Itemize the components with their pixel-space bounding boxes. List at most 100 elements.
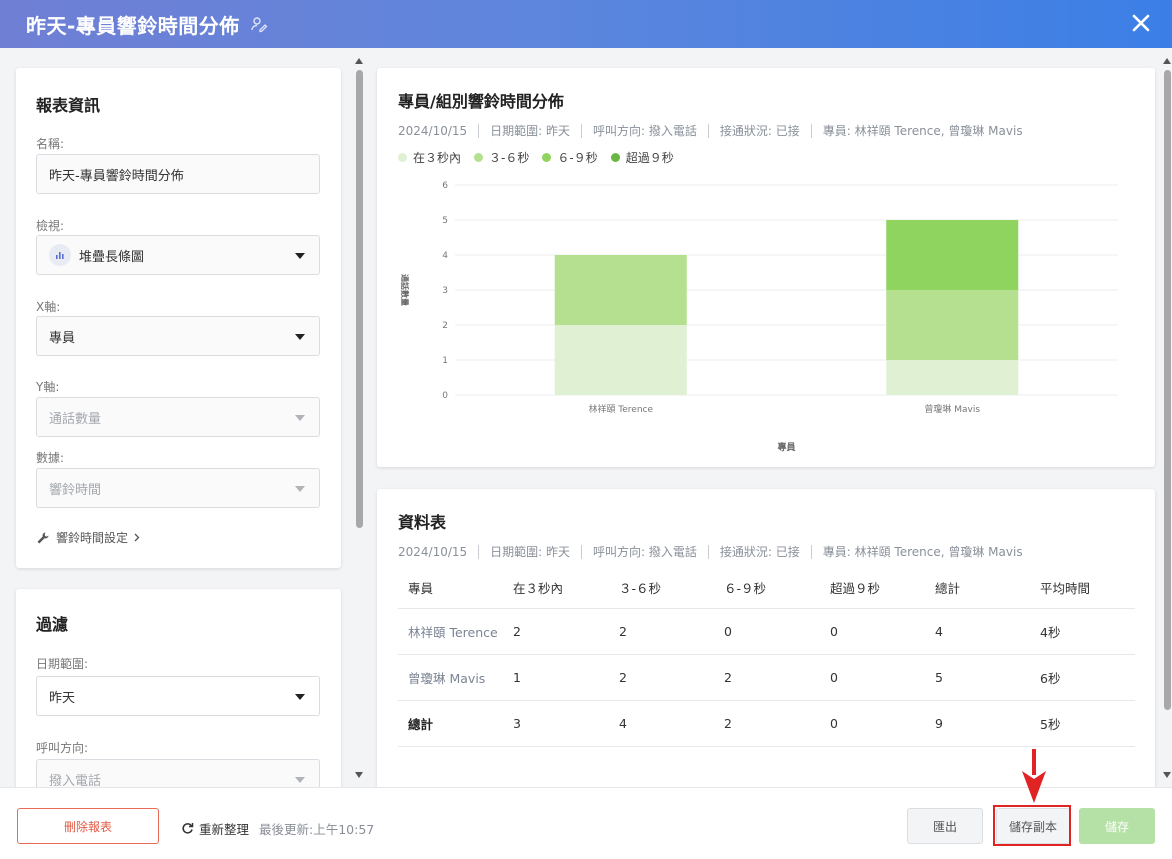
highlight-box xyxy=(993,805,1071,846)
last-update-text: 最後更新:上午10:57 xyxy=(259,822,375,837)
meta-agents: 專員: 林祥頤 Terence, 曾瓊琳 Mavis xyxy=(822,545,1023,559)
chevron-down-icon xyxy=(295,694,305,700)
dialog-title: 昨天-專員響鈴時間分佈 xyxy=(26,13,240,38)
table-cell: 2 xyxy=(714,653,820,700)
data-label: 數據: xyxy=(36,451,65,465)
table-header-row: 專員 在３秒內 ３-６秒 ６-９秒 超過９秒 總計 平均時間 xyxy=(398,568,1135,608)
ring-time-settings-link[interactable]: 響鈴時間設定 xyxy=(36,529,146,546)
red-arrow-annotation xyxy=(1022,749,1046,803)
agent-cell[interactable]: 曾瓊琳 Mavis xyxy=(398,653,503,700)
right-scroll-thumb[interactable] xyxy=(1164,70,1171,710)
meta-date-range: 日期範圍: 昨天 xyxy=(490,545,571,559)
bar-segment[interactable] xyxy=(554,325,687,395)
bar-segment[interactable] xyxy=(554,255,687,325)
filter-title: 過濾 xyxy=(36,615,69,634)
table-cell: 5 xyxy=(925,653,1030,700)
col-avg: 平均時間 xyxy=(1040,581,1091,597)
stacked-bar-chart: 0 1 2 3 4 5 6 林祥頤 Terence 曾瓊琳 Mavis 專員 通話數量 xyxy=(400,181,1118,453)
y-tick-label: 3 xyxy=(442,286,448,296)
table-cell: 6秒 xyxy=(1030,653,1135,700)
chevron-down-icon xyxy=(295,253,305,259)
table-cell: 2 xyxy=(609,653,714,700)
col-agent: 專員 xyxy=(408,581,434,597)
table-row: 林祥頤 Terence 2 2 0 0 4 4秒 xyxy=(398,607,1135,654)
call-direction-value: 撥入電話 xyxy=(49,773,102,788)
edit-title-icon[interactable] xyxy=(250,15,268,33)
y-tick-label: 2 xyxy=(442,321,448,331)
x-tick-label: 林祥頤 Terence xyxy=(588,403,653,415)
x-axis-title: 專員 xyxy=(777,441,795,453)
table-cell: 2 xyxy=(714,699,820,747)
scroll-up-icon[interactable] xyxy=(1162,56,1172,66)
scroll-down-icon[interactable] xyxy=(354,770,364,780)
left-scrollbar[interactable] xyxy=(354,56,364,780)
table-meta: 2024/10/15 日期範圍: 昨天 呼叫方向: 撥入電話 接通狀況: 已接 … xyxy=(398,543,1134,560)
save-button[interactable]: 儲存 xyxy=(1079,808,1155,844)
chevron-down-icon xyxy=(295,415,305,421)
wrench-icon xyxy=(37,532,49,543)
bar-segment[interactable] xyxy=(886,290,1019,360)
view-label: 檢視: xyxy=(36,219,65,233)
chevron-down-icon xyxy=(295,777,305,783)
date-range-select[interactable]: 昨天 xyxy=(36,676,320,716)
y-axis-select: 通話數量 xyxy=(36,397,320,437)
meta-direction: 呼叫方向: 撥入電話 xyxy=(593,545,697,559)
bar-chart-icon xyxy=(49,244,71,266)
delete-report-button[interactable]: 刪除報表 xyxy=(17,808,159,844)
name-value: 昨天-專員響鈴時間分佈 xyxy=(49,168,184,184)
view-select[interactable]: 堆疊長條圖 xyxy=(36,235,320,275)
chevron-down-icon xyxy=(295,486,305,492)
col-under3: 在３秒內 xyxy=(513,581,564,597)
call-direction-label: 呼叫方向: xyxy=(36,741,89,755)
col-total: 總計 xyxy=(935,581,961,597)
y-tick-label: 6 xyxy=(442,181,448,191)
report-info-title: 報表資訊 xyxy=(36,96,101,115)
scroll-down-icon[interactable] xyxy=(1162,770,1172,780)
table-cell: 4 xyxy=(925,607,1030,654)
table-title: 資料表 xyxy=(398,513,447,532)
left-scroll-thumb[interactable] xyxy=(356,70,363,528)
meta-status: 接通狀況: 已接 xyxy=(719,545,800,559)
export-button[interactable]: 匯出 xyxy=(907,808,983,844)
name-field[interactable]: 昨天-專員響鈴時間分佈 xyxy=(36,154,320,194)
ring-time-settings-label: 響鈴時間設定 xyxy=(56,531,129,545)
agent-cell[interactable]: 林祥頤 Terence xyxy=(398,607,503,654)
col-6to9: ６-９秒 xyxy=(724,581,767,597)
table-cell: 5秒 xyxy=(1030,699,1135,747)
y-axis-value: 通話數量 xyxy=(49,411,102,427)
x-axis-select[interactable]: 專員 xyxy=(36,316,320,356)
y-tick-label: 0 xyxy=(442,391,448,401)
refresh-button[interactable]: 重新整理 xyxy=(181,819,249,838)
refresh-icon xyxy=(182,823,194,834)
chevron-down-icon xyxy=(295,334,305,340)
scroll-up-icon[interactable] xyxy=(354,56,364,66)
data-value: 響鈴時間 xyxy=(49,482,102,498)
table-cell: 0 xyxy=(820,699,925,747)
x-tick-label: 曾瓊琳 Mavis xyxy=(924,403,980,415)
meta-date: 2024/10/15 xyxy=(398,544,468,559)
table-cell: 1 xyxy=(503,653,609,700)
bar-segment[interactable] xyxy=(886,360,1019,395)
table-row: 曾瓊琳 Mavis 1 2 2 0 5 6秒 xyxy=(398,653,1135,700)
data-table: 專員 在３秒內 ３-６秒 ６-９秒 超過９秒 總計 平均時間 林祥頤 Teren… xyxy=(398,568,1135,747)
right-scrollbar[interactable] xyxy=(1162,56,1172,780)
bar-segment[interactable] xyxy=(886,220,1019,290)
close-icon[interactable] xyxy=(1130,12,1152,34)
date-range-label: 日期範圍: xyxy=(36,657,89,671)
table-cell: 2 xyxy=(609,607,714,654)
y-tick-label: 1 xyxy=(442,356,448,366)
call-direction-select: 撥入電話 xyxy=(36,759,320,787)
total-label-cell: 總計 xyxy=(398,699,503,747)
table-cell: 2 xyxy=(503,607,609,654)
table-cell: 4 xyxy=(609,699,714,747)
table-card: 資料表 2024/10/15 日期範圍: 昨天 呼叫方向: 撥入電話 接通狀況:… xyxy=(377,489,1155,787)
data-select: 響鈴時間 xyxy=(36,468,320,508)
dialog-header: 昨天-專員響鈴時間分佈 xyxy=(0,0,1172,48)
name-label: 名稱: xyxy=(36,137,65,151)
col-3to6: ３-６秒 xyxy=(619,581,662,597)
chevron-right-icon xyxy=(134,531,146,545)
col-over9: 超過９秒 xyxy=(830,581,881,597)
filter-card: 過濾 日期範圍: 昨天 呼叫方向: 撥入電話 xyxy=(16,589,341,787)
x-axis-value: 專員 xyxy=(49,330,76,346)
table-cell: 9 xyxy=(925,699,1030,747)
